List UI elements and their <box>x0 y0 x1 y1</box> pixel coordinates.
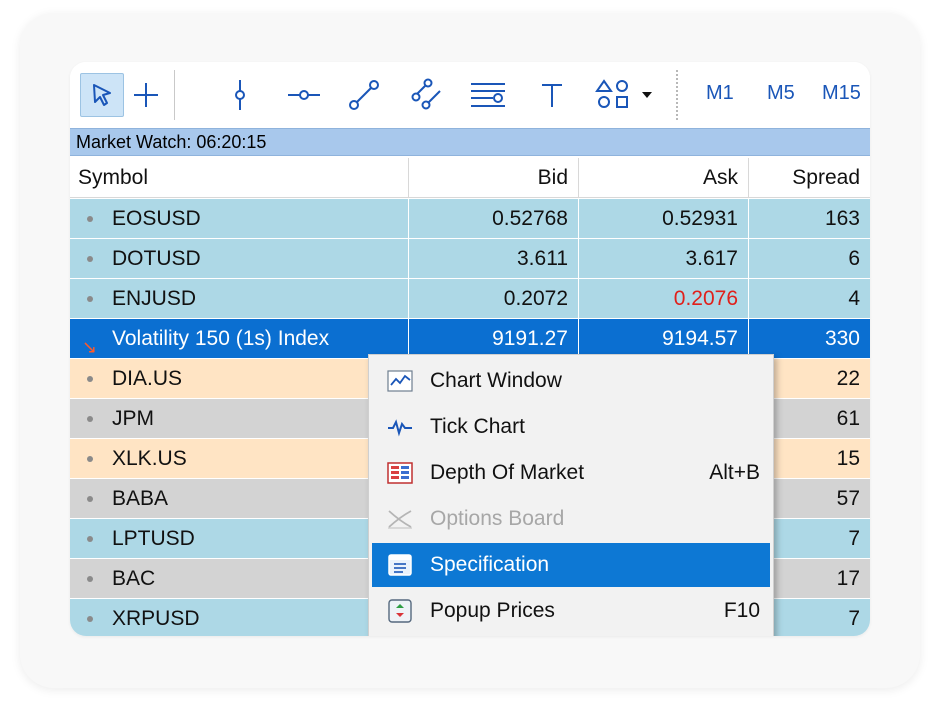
symbol-name: ENJUSD <box>112 287 197 310</box>
menu-item-depth-of-market[interactable]: Depth Of Market Alt+B <box>372 451 770 495</box>
symbol-name: XRPUSD <box>112 607 200 630</box>
symbol-cell: EOSUSD <box>70 199 409 238</box>
symbol-name: XLK.US <box>112 447 187 470</box>
text-icon[interactable] <box>530 73 574 117</box>
menu-item-label: Tick Chart <box>430 415 525 438</box>
symbol-name: Volatility 150 (1s) Index <box>112 327 330 350</box>
menu-item-popup-prices[interactable]: Popup Prices F10 <box>372 589 770 633</box>
symbol-name: LPTUSD <box>112 527 195 550</box>
market-watch-window: M1 M5 M15 Market Watch: 06:20:15 Symbol … <box>70 62 870 636</box>
toolbar-separator <box>174 70 175 120</box>
column-header-bid[interactable]: Bid <box>409 158 579 198</box>
bullet-icon <box>87 256 93 262</box>
tick-chart-icon <box>387 415 413 439</box>
menu-item-shortcut: Alt+B <box>709 461 760 484</box>
period-m5-button[interactable]: M5 <box>767 82 795 105</box>
symbol-cell: LPTUSD <box>70 519 409 558</box>
ask-cell: 3.617 <box>579 239 749 278</box>
column-header-ask[interactable]: Ask <box>579 158 749 198</box>
symbol-cell: JPM <box>70 399 409 438</box>
ask-cell: 0.52931 <box>579 199 749 238</box>
depth-of-market-icon <box>387 461 413 485</box>
symbol-name: BABA <box>112 487 169 510</box>
toolbar-separator <box>676 70 678 120</box>
column-header-spread[interactable]: Spread <box>749 158 870 198</box>
symbol-name: EOSUSD <box>112 207 201 230</box>
symbol-cell: BAC <box>70 559 409 598</box>
bullet-icon <box>87 376 93 382</box>
spread-cell: 6 <box>848 247 860 270</box>
fibonacci-icon[interactable] <box>466 73 510 117</box>
context-menu: Chart Window Tick Chart Depth Of Market … <box>368 354 774 636</box>
spread-cell: 330 <box>824 327 860 350</box>
ask-cell: 9194.57 <box>579 319 749 358</box>
period-m1-button[interactable]: M1 <box>706 82 734 105</box>
table-row[interactable]: DOTUSD 3.611 3.617 6 <box>70 239 870 279</box>
menu-item-label: Popup Prices <box>430 599 555 622</box>
menu-item-options-board[interactable]: Options Board <box>372 497 770 541</box>
bid-cell: 3.611 <box>409 239 579 278</box>
menu-item-label: Depth Of Market <box>430 461 585 484</box>
bullet-icon <box>87 616 93 622</box>
spread-cell: 4 <box>848 287 860 310</box>
menu-item-label: Chart Window <box>430 369 562 392</box>
popup-prices-icon <box>387 599 413 623</box>
symbol-name: DIA.US <box>112 367 183 390</box>
symbol-cell: XLK.US <box>70 439 409 478</box>
bullet-icon <box>87 416 93 422</box>
table-header: Symbol Bid Ask Spread <box>70 158 870 198</box>
menu-item-label: Specification <box>430 553 550 576</box>
options-board-icon <box>387 507 413 531</box>
menu-item-chart-window[interactable]: Chart Window <box>372 359 770 403</box>
bullet-icon <box>87 536 93 542</box>
chart-window-icon <box>387 369 413 393</box>
crosshair-icon[interactable] <box>124 73 168 117</box>
trend-line-icon[interactable] <box>342 73 386 117</box>
column-header-symbol[interactable]: Symbol <box>70 158 409 198</box>
symbol-cell: XRPUSD <box>70 599 409 636</box>
menu-item-label: Options Board <box>430 507 565 530</box>
symbol-name: BAC <box>112 567 156 590</box>
menu-item-shortcut: F10 <box>723 599 760 622</box>
ask-cell: 0.2076 <box>579 279 749 318</box>
shapes-icon[interactable] <box>590 73 660 117</box>
table-row-selected[interactable]: ↘ Volatility 150 (1s) Index 9191.27 9194.… <box>70 319 870 359</box>
market-watch-title: Market Watch: 06:20:15 <box>70 128 870 156</box>
symbol-cell: DIA.US <box>70 359 409 398</box>
drawing-toolbar: M1 M5 M15 <box>70 62 870 128</box>
horizontal-line-icon[interactable] <box>282 73 326 117</box>
cursor-icon[interactable] <box>80 73 124 117</box>
bullet-icon <box>87 456 93 462</box>
menu-item-specification[interactable]: Specification <box>372 543 770 587</box>
symbol-cell: ↘ Volatility 150 (1s) Index <box>70 319 409 358</box>
symbol-name: DOTUSD <box>112 247 201 270</box>
specification-icon <box>387 553 413 577</box>
bid-cell: 0.2072 <box>409 279 579 318</box>
bullet-icon <box>87 576 93 582</box>
symbol-cell: DOTUSD <box>70 239 409 278</box>
spread-cell: 163 <box>824 207 860 230</box>
bullet-icon <box>87 296 93 302</box>
vertical-line-icon[interactable] <box>218 73 262 117</box>
bullet-icon <box>87 496 93 502</box>
symbol-cell: BABA <box>70 479 409 518</box>
symbol-cell: ENJUSD <box>70 279 409 318</box>
table-row[interactable]: ENJUSD 0.2072 0.2076 4 <box>70 279 870 319</box>
table-row[interactable]: EOSUSD 0.52768 0.52931 163 <box>70 199 870 239</box>
menu-item-tick-chart[interactable]: Tick Chart <box>372 405 770 449</box>
channel-icon[interactable] <box>406 73 450 117</box>
bullet-icon <box>87 216 93 222</box>
bid-cell: 0.52768 <box>409 199 579 238</box>
period-m15-button[interactable]: M15 <box>822 82 861 105</box>
bid-cell: 9191.27 <box>409 319 579 358</box>
symbol-name: JPM <box>112 407 154 430</box>
